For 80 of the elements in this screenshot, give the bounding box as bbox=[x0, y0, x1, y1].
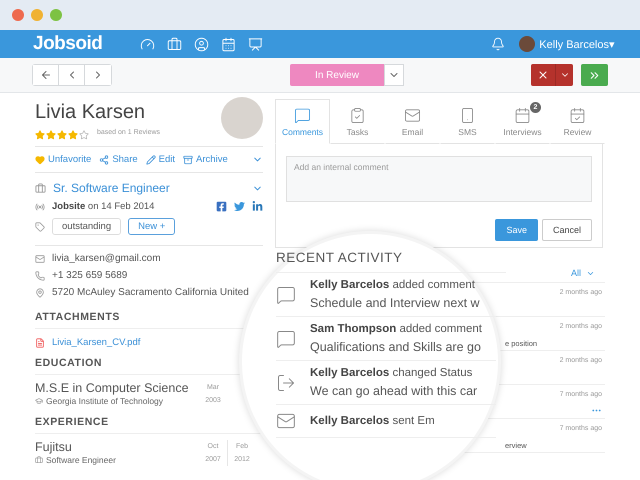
candidate-avatar bbox=[221, 97, 263, 139]
star-icon bbox=[46, 130, 56, 140]
file-link[interactable]: Livia_Karsen_CV.pdf bbox=[52, 337, 140, 348]
speech-bubble-icon bbox=[294, 106, 311, 124]
job-title[interactable]: Sr. Software Engineer bbox=[53, 181, 245, 195]
source-text: Jobsite on 14 Feb 2014 bbox=[52, 201, 156, 212]
filter-dropdown[interactable]: All bbox=[570, 268, 595, 278]
minimize-dot-icon[interactable] bbox=[31, 9, 43, 21]
action-link[interactable]: Edit bbox=[146, 154, 176, 165]
clipboard-icon bbox=[349, 106, 366, 124]
heart-icon bbox=[35, 154, 45, 164]
candidate-name: Livia Karsen bbox=[35, 101, 146, 124]
facebook-icon[interactable] bbox=[216, 201, 227, 212]
activity-heading: RECENT ACTIVITY bbox=[276, 250, 506, 273]
calendar-icon[interactable] bbox=[221, 36, 236, 52]
user-icon[interactable] bbox=[194, 36, 210, 52]
calendar-icon bbox=[569, 106, 586, 124]
entry-title: M.S.E in Computer Science bbox=[35, 381, 190, 395]
pencil-icon bbox=[146, 154, 156, 164]
graduation-cap-icon bbox=[35, 397, 43, 405]
app-logo[interactable]: Jobsoid bbox=[33, 33, 102, 55]
source-icon bbox=[35, 202, 45, 212]
share-icon bbox=[99, 154, 110, 164]
bell-icon[interactable] bbox=[491, 37, 506, 51]
activity-text: We can go ahead with this car bbox=[310, 384, 478, 398]
star-icon bbox=[35, 130, 45, 140]
speedometer-icon[interactable] bbox=[140, 36, 156, 52]
status-button[interactable]: In Review bbox=[290, 64, 384, 86]
star-icon bbox=[57, 130, 67, 140]
activity-title: Kelly Barcelos sent Em bbox=[310, 415, 435, 427]
speech-bubble-icon bbox=[276, 328, 296, 348]
cancel-button[interactable]: Cancel bbox=[542, 219, 592, 241]
linkedin-icon[interactable] bbox=[252, 201, 263, 212]
phone-icon bbox=[459, 106, 476, 124]
calendar-icon bbox=[514, 106, 531, 124]
briefcase-icon[interactable] bbox=[167, 36, 182, 52]
save-button[interactable]: Save bbox=[495, 219, 538, 241]
tab[interactable]: Comments bbox=[275, 99, 330, 144]
arrow-left-icon bbox=[40, 69, 52, 81]
briefcase-icon bbox=[35, 456, 43, 464]
pdf-icon bbox=[35, 338, 45, 348]
contact-text: +1 325 659 5689 bbox=[52, 270, 128, 281]
entry-subtitle: Georgia Institute of Technology bbox=[46, 396, 164, 406]
advance-button[interactable] bbox=[581, 64, 608, 86]
reject-button[interactable] bbox=[531, 64, 555, 86]
speech-bubble-icon bbox=[276, 284, 296, 304]
archive-icon bbox=[183, 154, 194, 164]
activity-title: Kelly Barcelos changed Status bbox=[310, 367, 474, 379]
activity-text: Qualifications and Skills are go bbox=[310, 340, 482, 354]
close-dot-icon[interactable] bbox=[12, 9, 24, 21]
maximize-dot-icon[interactable] bbox=[50, 9, 62, 21]
envelope-icon bbox=[276, 411, 296, 431]
back-button[interactable] bbox=[33, 65, 59, 85]
tag-icon bbox=[35, 222, 45, 232]
activity-title: Sam Thompson added comment bbox=[310, 323, 482, 335]
phone-icon bbox=[35, 270, 45, 280]
presentation-icon[interactable] bbox=[248, 36, 264, 52]
activity-title: Kelly Barcelos added comment bbox=[310, 279, 476, 291]
add-tag-button[interactable]: New + bbox=[128, 218, 176, 235]
user-menu[interactable]: Kelly Barcelos▾ bbox=[539, 38, 615, 50]
action-link[interactable]: Unfavorite bbox=[35, 154, 92, 165]
status-dropdown-button[interactable] bbox=[384, 64, 404, 86]
entry-subtitle: Software Engineer bbox=[46, 455, 116, 465]
contact-text: 5720 McAuley Sacramento California United bbox=[52, 287, 249, 298]
action-link[interactable]: Archive bbox=[183, 154, 228, 165]
twitter-icon[interactable] bbox=[234, 201, 245, 212]
contact-text: livia_karsen@gmail.com bbox=[52, 253, 161, 264]
star-icon bbox=[79, 130, 89, 140]
action-link[interactable]: Share bbox=[99, 154, 138, 165]
tag-chip[interactable]: outstanding bbox=[52, 218, 122, 235]
comment-field[interactable]: Add an internal comment bbox=[286, 156, 592, 202]
map-pin-icon bbox=[35, 288, 45, 298]
activity-text: Schedule and Interview next w bbox=[310, 296, 480, 310]
entry-title: Fujitsu bbox=[35, 440, 73, 454]
x-icon bbox=[537, 69, 549, 81]
envelope-icon bbox=[404, 106, 421, 124]
envelope-icon bbox=[35, 254, 45, 264]
star-icon bbox=[68, 130, 78, 140]
briefcase-icon bbox=[35, 182, 46, 194]
user-avatar bbox=[519, 36, 536, 52]
